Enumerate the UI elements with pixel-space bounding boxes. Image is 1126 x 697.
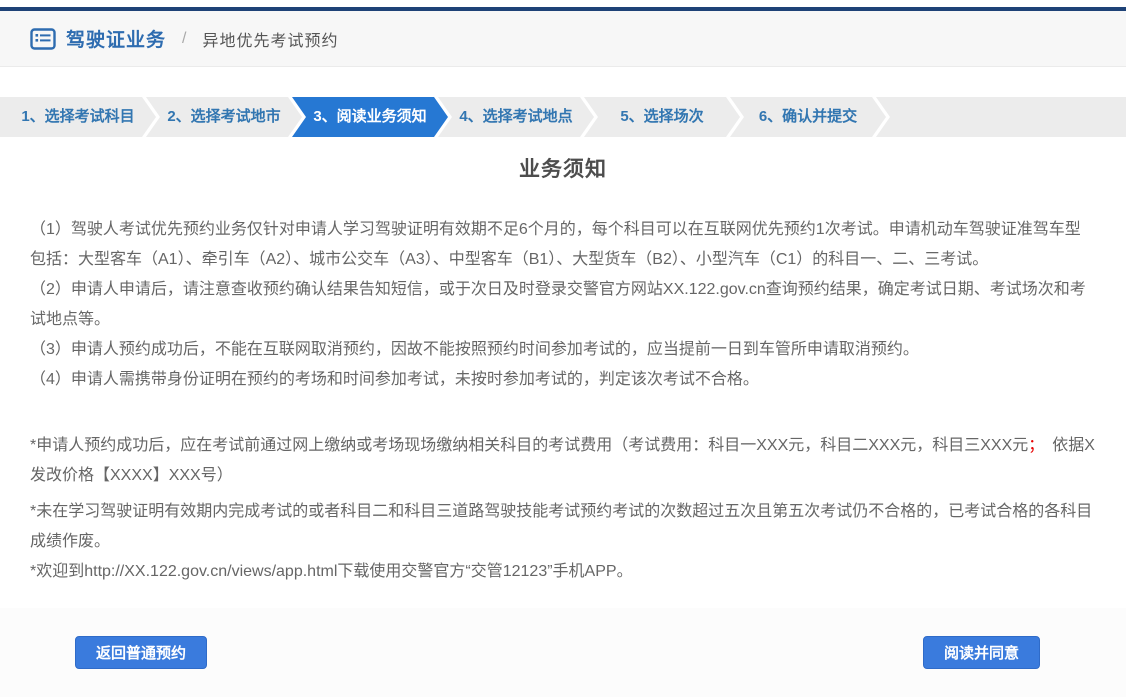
step-select-city[interactable]: 2、选择考试地市 <box>146 97 302 137</box>
fee-note-text: *申请人预约成功后，应在考试前通过网上缴纳或考场现场缴纳相关科目的考试费用（考试… <box>30 437 1028 454</box>
top-white-strip <box>0 0 1126 7</box>
list-icon <box>30 28 56 50</box>
step-confirm-submit[interactable]: 6、确认并提交 <box>730 97 886 137</box>
notice-paragraph-4: （4）申请人需携带身份证明在预约的考场和时间参加考试，未按时参加考试的，判定该次… <box>30 365 1096 395</box>
breadcrumb-current: 异地优先考试预约 <box>202 27 338 51</box>
step-wizard: 1、选择考试科目 2、选择考试地市 3、阅读业务须知 4、选择考试地点 5、选择… <box>0 97 1126 137</box>
notice-paragraph-3: （3）申请人预约成功后，不能在互联网取消预约，因故不能按照预约时间参加考试的，应… <box>30 335 1096 365</box>
step-read-notice[interactable]: 3、阅读业务须知 <box>292 97 448 137</box>
step-select-subject[interactable]: 1、选择考试科目 <box>0 97 156 137</box>
step-select-site[interactable]: 4、选择考试地点 <box>438 97 594 137</box>
app-download-line: *欢迎到http://XX.122.gov.cn/views/app.html下… <box>30 557 1096 587</box>
fee-note: *申请人预约成功后，应在考试前通过网上缴纳或考场现场缴纳相关科目的考试费用（考试… <box>30 431 1096 491</box>
step-select-session[interactable]: 5、选择场次 <box>584 97 740 137</box>
red-warning-line: *未在学习驾驶证明有效期内完成考试的或者科目二和科目三道路驾驶技能考试预约考试的… <box>30 497 1096 557</box>
notice-paragraph-2: （2）申请人申请后，请注意查收预约确认结果告知短信，或于次日及时登录交警官方网站… <box>30 275 1096 335</box>
breadcrumb-separator: / <box>182 30 186 48</box>
notice-title: 业务须知 <box>0 153 1126 183</box>
page-header: 驾驶证业务 / 异地优先考试预约 <box>0 11 1126 67</box>
notice-main: 业务须知 （1）驾驶人考试优先预约业务仅针对申请人学习驾驶证明有效期不足6个月的… <box>0 137 1126 608</box>
notice-paragraph-1: （1）驾驶人考试优先预约业务仅针对申请人学习驾驶证明有效期不足6个月的，每个科目… <box>30 215 1096 275</box>
read-and-agree-button[interactable]: 阅读并同意 <box>923 636 1040 669</box>
step-wizard-filler <box>876 97 1126 137</box>
footer-bar: 返回普通预约 阅读并同意 <box>0 608 1126 697</box>
breadcrumb-primary[interactable]: 驾驶证业务 <box>66 25 166 52</box>
notice-body: （1）驾驶人考试优先预约业务仅针对申请人学习驾驶证明有效期不足6个月的，每个科目… <box>30 215 1096 587</box>
back-to-normal-booking-button[interactable]: 返回普通预约 <box>75 636 207 669</box>
